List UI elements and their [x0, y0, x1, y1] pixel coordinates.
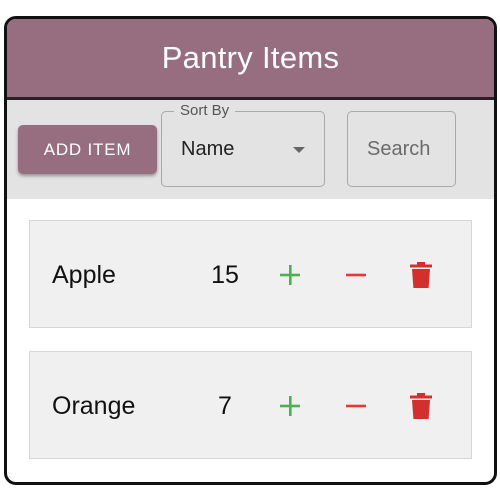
app-window: Pantry Items ADD ITEM Sort By Name Apple…: [4, 16, 497, 485]
trash-icon: [410, 393, 432, 419]
item-quantity: 15: [211, 261, 239, 289]
item-quantity: 7: [218, 392, 232, 420]
add-item-button[interactable]: ADD ITEM: [18, 125, 157, 174]
toolbar: ADD ITEM Sort By Name: [7, 100, 494, 199]
plus-icon: [280, 265, 300, 285]
item-name: Apple: [52, 261, 116, 289]
delete-button[interactable]: [405, 259, 437, 291]
app-header: Pantry Items: [7, 19, 494, 100]
increment-button[interactable]: [274, 259, 306, 291]
page-title: Pantry Items: [161, 40, 340, 75]
list-item: Orange 7: [29, 351, 472, 459]
plus-icon: [280, 396, 300, 416]
sort-by-label: Sort By: [174, 102, 236, 120]
sort-by-value: Name: [181, 138, 235, 160]
increment-button[interactable]: [274, 390, 306, 422]
trash-icon: [410, 262, 432, 288]
minus-icon: [346, 273, 366, 277]
minus-icon: [346, 404, 366, 408]
sort-by-select[interactable]: Sort By Name: [161, 102, 325, 187]
delete-button[interactable]: [405, 390, 437, 422]
item-name: Orange: [52, 392, 136, 420]
list-item: Apple 15: [29, 220, 472, 328]
decrement-button[interactable]: [340, 259, 372, 291]
search-input[interactable]: [367, 137, 447, 161]
search-field[interactable]: [347, 111, 456, 187]
decrement-button[interactable]: [340, 390, 372, 422]
caret-down-icon: [293, 147, 305, 153]
